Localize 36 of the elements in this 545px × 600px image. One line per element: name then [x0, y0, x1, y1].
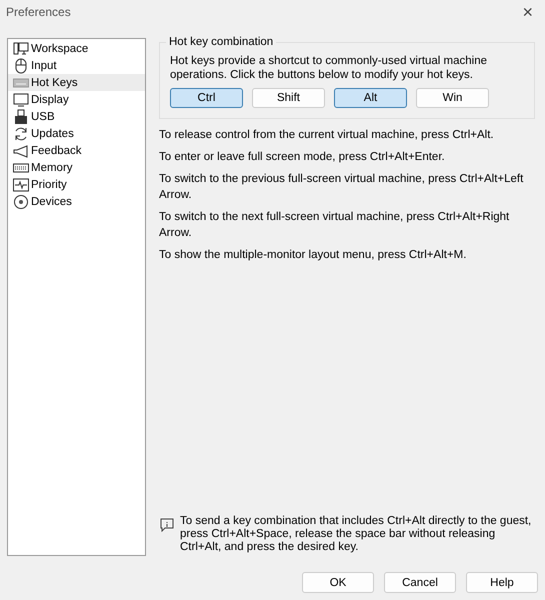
instruction-text: To switch to the previous full-screen virtual machine, press Ctrl+Alt+Left Arrow. [159, 172, 524, 203]
group-title: Hot key combination [166, 36, 276, 48]
sidebar-item[interactable]: Input [8, 57, 145, 74]
monitor-icon [13, 92, 29, 108]
usb-icon [13, 108, 29, 124]
sidebar-item[interactable]: Devices [8, 193, 145, 210]
mouse-icon [13, 58, 29, 74]
dialog-button[interactable]: Help [466, 572, 538, 593]
refresh-icon [13, 126, 29, 142]
sidebar-item[interactable]: Hot Keys [8, 74, 145, 91]
sidebar-item[interactable]: Updates [8, 125, 145, 142]
info-icon [160, 518, 174, 532]
workspace-icon [13, 40, 29, 56]
instruction-text: To enter or leave full screen mode, press Ctrl+Alt+Enter. [159, 150, 446, 165]
hotkey-toggle[interactable]: Alt [334, 88, 407, 108]
megaphone-icon [13, 142, 29, 158]
instruction-text: To release control from the current virtual machine, press Ctrl+Alt. [159, 128, 495, 143]
description-text: Hot keys provide a shortcut to commonly-used virtual machine operations. Click the buttons below to modify your hot keys. [170, 54, 488, 82]
sidebar-item[interactable]: USB [8, 108, 145, 125]
window-title: Preferences [6, 5, 71, 19]
instruction-text: To show the multiple-monitor layout menu, press Ctrl+Alt+M. [159, 248, 468, 263]
disc-icon [13, 194, 29, 210]
sidebar-item[interactable]: Display [8, 91, 145, 108]
sidebar-item[interactable]: Memory [8, 159, 145, 176]
hotkey-toggle[interactable]: Win [416, 88, 489, 108]
instruction-text: To switch to the next full-screen virtual machine, press Ctrl+Alt+Right Arrow. [159, 210, 510, 241]
sidebar-item[interactable]: Workspace [8, 40, 145, 57]
pulse-icon [13, 176, 29, 192]
close-button[interactable]: × [518, 2, 537, 22]
hotkey-toggle[interactable]: Shift [252, 88, 325, 108]
dialog-button[interactable]: OK [302, 572, 374, 593]
sidebar-item[interactable]: Priority [8, 176, 145, 193]
hotkey-toggle[interactable]: Ctrl [170, 88, 243, 108]
sidebar-item[interactable]: Feedback [8, 142, 145, 159]
dialog-button[interactable]: Cancel [384, 572, 456, 593]
note-text: To send a key combination that includes Ctrl+Alt directly to the guest, press Ctrl+Alt+Space, release the space bar without releasing Ctrl+Alt, and press the desired key. [180, 515, 532, 554]
